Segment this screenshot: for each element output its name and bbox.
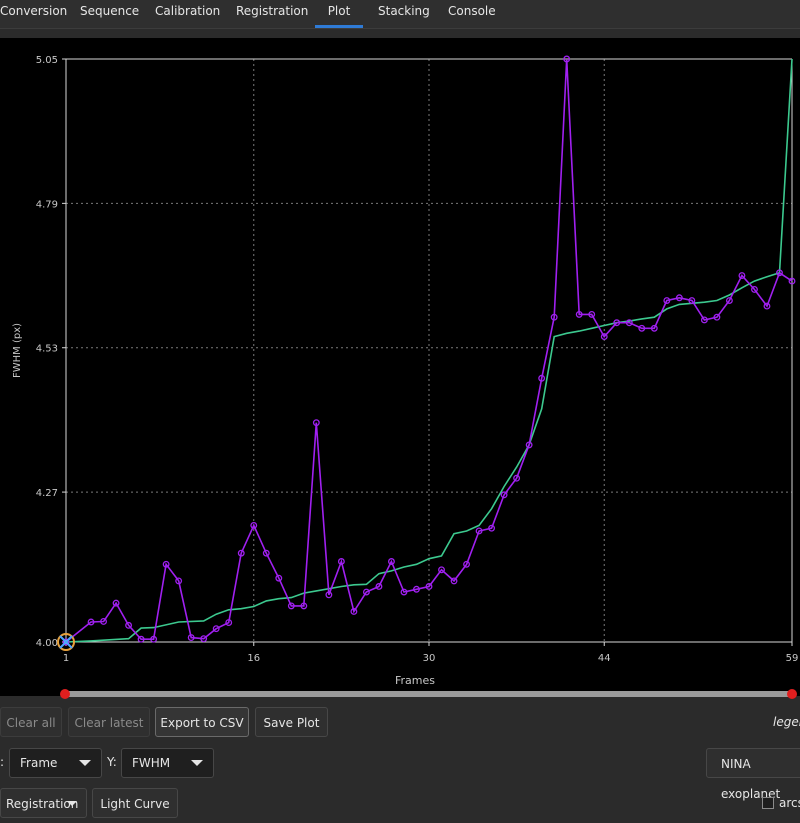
slider-track[interactable] xyxy=(64,691,792,697)
y-axis-label: Y: xyxy=(107,755,117,769)
plot-area[interactable]: 4.00 4.27 4.53 4.79 5.05 1 16 30 44 59 Frames FWHM … xyxy=(0,38,800,696)
y-axis-select-value: FWHM xyxy=(132,756,171,770)
x-axis-title: Frames xyxy=(395,674,435,687)
y-tick-label: 4.27 xyxy=(36,488,58,499)
light-curve-button[interactable]: Light Curve xyxy=(92,788,178,818)
x-axis-select-value: Frame xyxy=(20,756,58,770)
registration-dropdown-button[interactable]: Registration xyxy=(0,788,87,818)
tab-sequence[interactable]: Sequence xyxy=(80,0,139,28)
tab-conversion[interactable]: Conversion xyxy=(0,0,67,28)
x-tick-label: 59 xyxy=(786,653,799,664)
tab-console[interactable]: Console xyxy=(448,0,496,28)
x-tick-label: 1 xyxy=(63,653,69,664)
tab-plot[interactable]: Plot xyxy=(315,0,363,28)
slider-min-handle[interactable] xyxy=(60,689,70,699)
tab-stacking[interactable]: Stacking xyxy=(378,0,430,28)
x-tick-label: 30 xyxy=(423,653,436,664)
tab-bar: Conversion Sequence Calibration Registra… xyxy=(0,0,800,29)
save-plot-button[interactable]: Save Plot xyxy=(255,707,328,737)
arcsec-checkbox-label: arcs xyxy=(779,796,800,810)
tab-registration[interactable]: Registration xyxy=(236,0,308,28)
x-axis-label: : xyxy=(0,755,5,769)
y-axis-select[interactable]: FWHM xyxy=(121,748,214,778)
nina-exoplanet-button[interactable]: NINA exoplanet xyxy=(706,748,800,801)
tab-calibration[interactable]: Calibration xyxy=(155,0,220,28)
y-tick-label: 4.79 xyxy=(36,199,58,210)
x-axis-select[interactable]: Frame xyxy=(9,748,102,778)
chevron-down-icon xyxy=(67,801,77,806)
clear-latest-button[interactable]: Clear latest xyxy=(68,707,150,737)
x-tick-label: 44 xyxy=(598,653,611,664)
legend-label: legen xyxy=(773,715,800,729)
arcsec-checkbox[interactable] xyxy=(762,797,774,809)
y-tick-label: 5.05 xyxy=(36,55,58,66)
y-axis-title: FWHM (px) xyxy=(12,323,23,378)
x-tick-label: 16 xyxy=(247,653,260,664)
fwhm-chart[interactable]: 4.00 4.27 4.53 4.79 5.05 1 16 30 44 59 Frames FWHM … xyxy=(0,38,800,696)
clear-all-button[interactable]: Clear all xyxy=(0,707,62,737)
y-tick-label: 4.00 xyxy=(36,638,58,649)
chevron-down-icon xyxy=(79,760,91,766)
chevron-down-icon xyxy=(191,760,203,766)
y-tick-label: 4.53 xyxy=(36,344,58,355)
slider-max-handle[interactable] xyxy=(787,689,797,699)
frame-range-slider[interactable] xyxy=(0,688,800,700)
export-csv-button[interactable]: Export to CSV xyxy=(155,707,249,737)
